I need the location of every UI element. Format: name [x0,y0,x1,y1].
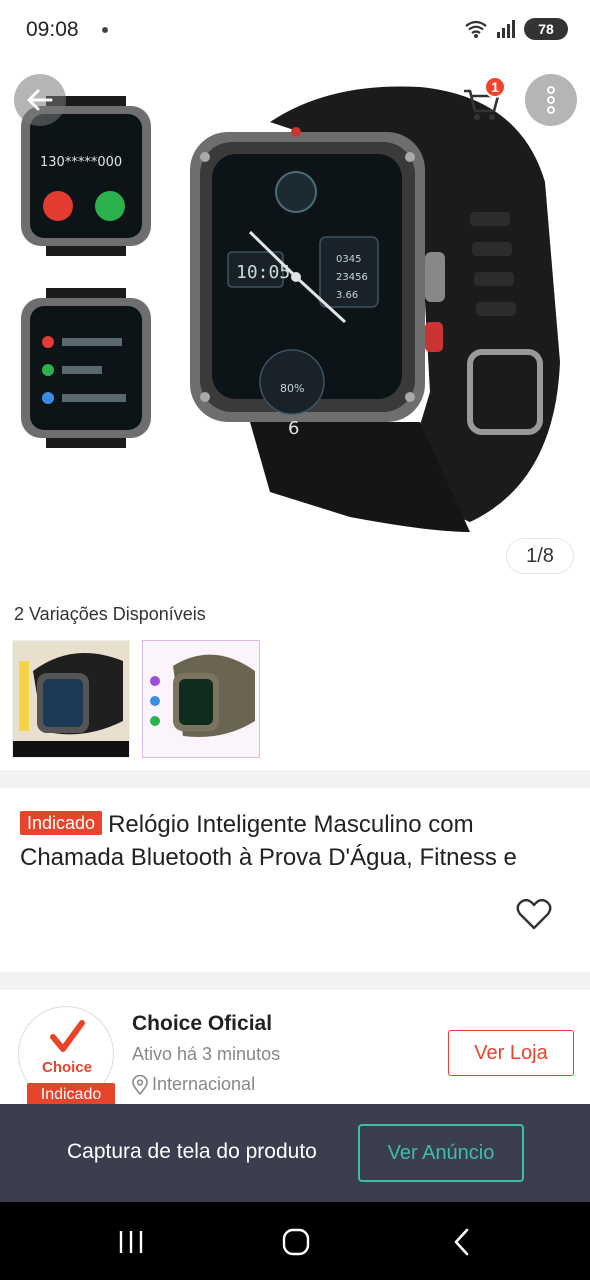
variation-black-image [13,653,129,757]
cart-button[interactable]: 1 [456,76,506,128]
cart-count-badge: 1 [484,76,506,98]
svg-text:130*****000: 130*****000 [40,155,122,170]
store-activity-status: Ativo há 3 minutos [132,1044,281,1064]
variations-title: 2 Variações Disponíveis [14,604,206,624]
section-divider [0,972,590,990]
home-button[interactable] [276,1222,316,1262]
recent-apps-button[interactable] [111,1222,151,1262]
store-logo[interactable]: Choice Indicado [18,1006,115,1107]
svg-text:6: 6 [288,418,299,439]
section-divider [0,770,590,788]
screenshot-capture-bar: Captura de tela do produto Ver Anúncio [0,1104,590,1202]
variations-section: 2 Variações Disponíveis [0,592,590,770]
store-location: Internacional [132,1074,255,1095]
store-section: Choice Indicado Choice Oficial Ativo há … [0,990,590,1107]
back-button[interactable] [14,74,66,126]
product-title-section: Indicado Relógio Inteligente Masculino co… [0,788,590,972]
svg-text:0345: 0345 [336,254,361,265]
wifi-icon [465,20,487,38]
status-icons: 78 [464,18,568,40]
checkmark-icon [50,1020,85,1052]
store-logo-text: Choice [41,1059,92,1076]
recommended-tag: Indicado [20,811,103,835]
visit-store-button[interactable]: Ver Loja [448,1030,574,1076]
svg-text:23456: 23456 [336,272,368,283]
product-title: Indicado Relógio Inteligente Masculino co… [20,808,570,874]
more-vertical-icon [547,86,555,114]
arrow-left-icon [27,89,53,111]
status-time: 09:08 [26,18,79,41]
location-pin-icon [132,1074,148,1095]
image-page-indicator: 1/8 [506,538,574,574]
view-listing-button[interactable]: Ver Anúncio [358,1124,524,1182]
store-location-text: Internacional [152,1074,256,1094]
back-nav-button[interactable] [442,1222,482,1262]
battery-icon: 78 [524,18,568,40]
home-icon [282,1228,310,1256]
chevron-left-icon [454,1228,469,1256]
favorite-button[interactable] [514,894,554,934]
product-thumbnail-call-log [21,288,151,448]
system-navigation-bar [0,1202,590,1280]
status-bar: 09:08 78 [0,0,590,62]
svg-text:80%: 80% [280,382,304,395]
variation-thumb-olive[interactable] [142,640,260,758]
signal-icon [497,20,515,38]
heart-icon [516,898,552,930]
capture-text: Captura de tela do produto [67,1140,317,1163]
variation-olive-image [143,641,259,757]
store-name[interactable]: Choice Oficial [132,1012,272,1036]
svg-text:3.66: 3.66 [336,290,358,301]
recent-apps-icon [119,1231,143,1253]
variation-thumb-black[interactable] [12,640,130,758]
product-image-gallery[interactable]: 10:05 0345 23456 3.66 80% 6 130*****000 [0,62,590,592]
more-options-button[interactable] [525,74,577,126]
notification-dot-icon [102,27,108,33]
